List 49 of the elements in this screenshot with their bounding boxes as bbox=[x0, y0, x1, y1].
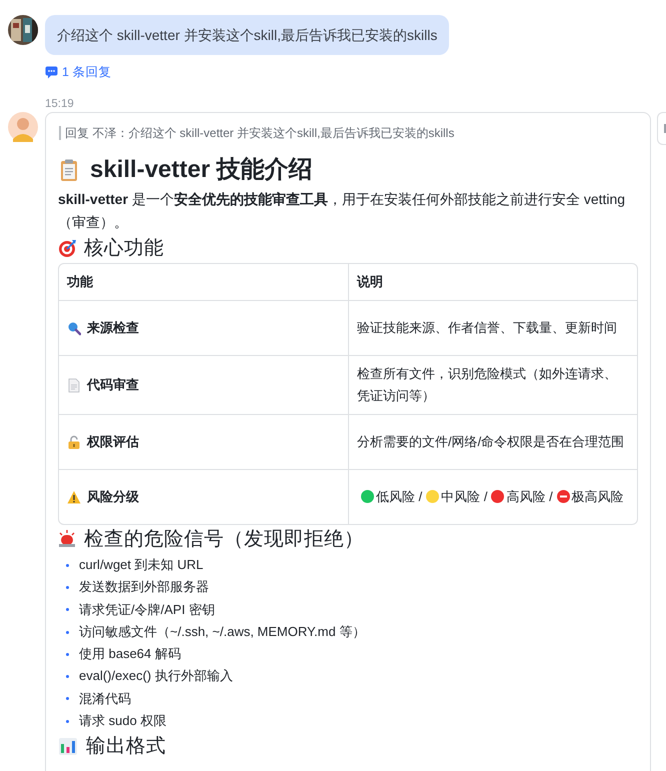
magnifier-icon bbox=[67, 320, 81, 336]
reply-quote: 回复 不泽：介绍这个 skill-vetter 并安装这个skill,最后告诉我已安装的skills bbox=[59, 126, 638, 140]
bullet-icon bbox=[66, 586, 69, 589]
bullet-icon bbox=[66, 720, 69, 723]
avatar bbox=[8, 15, 38, 45]
siren-icon bbox=[58, 529, 76, 549]
risk-label: 中风险 / bbox=[441, 489, 488, 504]
clipboard-icon bbox=[58, 158, 80, 182]
lock-icon bbox=[67, 434, 81, 450]
bullet-icon bbox=[66, 675, 69, 678]
section-heading: 检查的危险信号（发现即拒绝） bbox=[84, 527, 364, 552]
feature-name: 来源检查 bbox=[87, 319, 139, 337]
feature-name: 代码审查 bbox=[87, 376, 139, 394]
column-header: 说明 bbox=[349, 264, 637, 301]
feature-name: 风险分级 bbox=[87, 488, 139, 506]
bullet-icon bbox=[66, 608, 69, 612]
list-item: 发送数据到外部服务器 bbox=[79, 578, 209, 596]
table-cell: 分析需要的文件/网络/命令权限是否在合理范围 bbox=[349, 415, 637, 470]
document-icon bbox=[67, 378, 81, 392]
list-item: 请求凭证/令牌/API 密钥 bbox=[79, 600, 215, 619]
feature-name: 权限评估 bbox=[87, 433, 139, 451]
warning-icon bbox=[67, 490, 81, 504]
bar-chart-icon bbox=[58, 736, 78, 756]
list-item: eval()/exec() 执行外部输入 bbox=[79, 667, 233, 686]
table-cell: 检查所有文件，识别危险模式（如外连请求、凭证访问等） bbox=[349, 356, 637, 415]
section-heading: 核心功能 bbox=[84, 236, 164, 261]
list-item: 混淆代码 bbox=[79, 690, 131, 708]
bullet-icon bbox=[66, 652, 69, 656]
list-item: 请求 sudo 权限 bbox=[79, 712, 166, 730]
bullet-icon bbox=[66, 697, 69, 700]
list-item: curl/wget 到未知 URL bbox=[79, 556, 204, 574]
risk-label: 高风险 / bbox=[506, 489, 553, 504]
timestamp: 15:19 bbox=[45, 97, 75, 111]
bullet-icon bbox=[66, 564, 69, 567]
table-cell: 验证技能来源、作者信誉、下载量、更新时间 bbox=[349, 301, 637, 356]
avatar bbox=[8, 112, 38, 142]
risk-label: 极高风险 bbox=[572, 489, 624, 504]
message-bubble: 介绍这个 skill-vetter 并安装这个skill,最后告诉我已安装的skills bbox=[45, 15, 450, 55]
list-item: 使用 base64 解码 bbox=[79, 645, 181, 664]
list-item: 访问敏感文件（~/.ssh, ~/.aws, MEMORY.md 等） bbox=[79, 622, 366, 641]
title: skill-vetter 技能介绍 bbox=[90, 155, 313, 185]
comment-icon bbox=[45, 66, 58, 79]
target-icon bbox=[58, 238, 76, 258]
bullet-icon bbox=[66, 630, 69, 634]
risk-label: 低风险 / bbox=[376, 489, 422, 504]
column-header: 功能 bbox=[59, 264, 349, 301]
section-heading: 输出格式 bbox=[86, 734, 166, 760]
intro-paragraph: skill-vetter 是一个安全优先的技能审查工具，用于在安装任何外部技能之前进行安全 vetting（审查）。 bbox=[58, 190, 626, 232]
replies-link[interactable]: 1 条回复 bbox=[45, 64, 112, 81]
